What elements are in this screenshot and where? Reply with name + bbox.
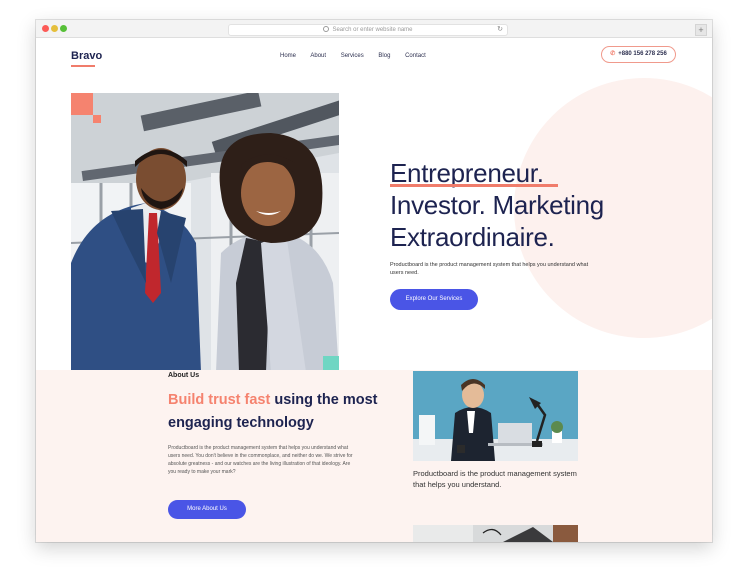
address-placeholder: Search or enter website name bbox=[332, 27, 413, 33]
hero-heading-line-2: Investor. Marketing bbox=[390, 190, 604, 220]
nav-blog[interactable]: Blog bbox=[378, 53, 390, 59]
office-photo-illustration bbox=[413, 371, 578, 461]
main-nav: Home About Services Blog Contact bbox=[280, 53, 439, 59]
more-about-button[interactable]: More About Us bbox=[168, 500, 246, 519]
hero-heading: Entrepreneur. Investor. Marketing Extrao… bbox=[390, 157, 604, 253]
about-title-highlight: Build trust fast bbox=[168, 392, 271, 408]
about-label: About Us bbox=[168, 372, 200, 379]
search-icon bbox=[323, 26, 330, 33]
hero-heading-line-3: Extraordinaire. bbox=[390, 222, 555, 252]
office-photo-caption: Productboard is the product management s… bbox=[413, 469, 577, 489]
nav-about[interactable]: About bbox=[310, 53, 326, 59]
accent-square-small bbox=[93, 115, 101, 123]
phone-icon: ✆ bbox=[610, 51, 616, 57]
close-window-dot[interactable] bbox=[42, 25, 49, 32]
hero-photo-illustration bbox=[71, 93, 339, 372]
about-title: Build trust fast using the most engaging… bbox=[168, 389, 388, 435]
second-office-illustration bbox=[413, 525, 578, 542]
hero-description: Productboard is the product management s… bbox=[390, 262, 589, 276]
website-page: Bravo Home About Services Blog Contact ✆… bbox=[36, 38, 712, 542]
second-office-photo bbox=[413, 525, 578, 542]
hero-photo bbox=[71, 93, 339, 372]
accent-square bbox=[71, 93, 93, 115]
phone-button[interactable]: ✆ +880 156 278 256 bbox=[601, 46, 676, 63]
new-tab-button[interactable]: + bbox=[695, 24, 707, 36]
hero-heading-underline bbox=[390, 184, 558, 187]
reload-icon[interactable]: ↻ bbox=[497, 25, 503, 35]
nav-contact[interactable]: Contact bbox=[405, 53, 426, 59]
about-description: Productboard is the product management s… bbox=[168, 445, 353, 475]
nav-services[interactable]: Services bbox=[341, 53, 364, 59]
office-photo bbox=[413, 371, 578, 461]
browser-titlebar: Search or enter website name ↻ + bbox=[36, 20, 712, 38]
phone-number: +880 156 278 256 bbox=[618, 51, 667, 57]
explore-services-button[interactable]: Explore Our Services bbox=[390, 289, 478, 310]
logo-underline bbox=[71, 65, 95, 67]
site-logo[interactable]: Bravo bbox=[71, 50, 102, 62]
nav-home[interactable]: Home bbox=[280, 53, 296, 59]
browser-window: Search or enter website name ↻ + Bravo H… bbox=[36, 20, 712, 542]
maximize-window-dot[interactable] bbox=[60, 25, 67, 32]
address-bar[interactable]: Search or enter website name ↻ bbox=[228, 24, 508, 36]
minimize-window-dot[interactable] bbox=[51, 25, 58, 32]
